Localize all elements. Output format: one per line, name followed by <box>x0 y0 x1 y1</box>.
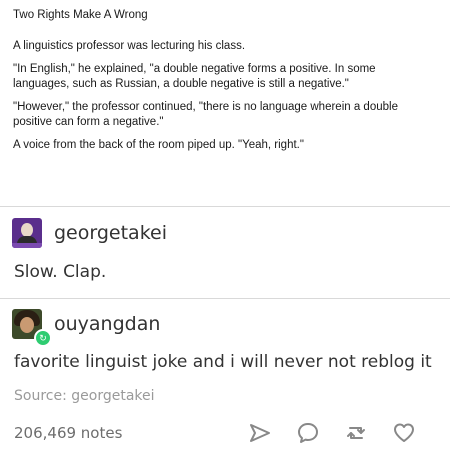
reblog-icon <box>347 427 365 439</box>
reblog-badge-icon: ↻ <box>34 329 52 347</box>
post-text: Slow. Clap. <box>14 262 107 282</box>
reblog-button[interactable] <box>332 418 380 448</box>
joke-paragraph-2: "In English," he explained, "a double ne… <box>13 63 376 90</box>
username[interactable]: georgetakei <box>54 222 167 244</box>
post-header-ouyangdan[interactable]: ↻ ouyangdan <box>12 309 160 347</box>
reply-icon <box>298 423 318 443</box>
post-actions <box>236 418 428 448</box>
joke-paragraph-1: A linguistics professor was lecturing hi… <box>13 40 246 52</box>
joke-title: Two Rights Make A Wrong <box>13 9 148 21</box>
reply-button[interactable] <box>284 418 332 448</box>
like-button[interactable] <box>380 418 428 448</box>
username[interactable]: ouyangdan <box>54 313 160 335</box>
post-text: favorite linguist joke and i will never … <box>14 352 432 372</box>
heart-icon <box>394 423 414 442</box>
joke-paragraph-4: A voice from the back of the room piped … <box>13 139 304 151</box>
share-icon <box>250 424 270 442</box>
quoted-joke: Two Rights Make A Wrong A linguistics pr… <box>13 8 433 161</box>
divider <box>0 298 450 299</box>
avatar[interactable] <box>12 218 42 248</box>
joke-paragraph-3: "However," the professor continued, "the… <box>13 101 398 128</box>
notes-count[interactable]: 206,469 notes <box>14 424 122 442</box>
post-header-georgetakei[interactable]: georgetakei <box>12 218 167 248</box>
divider <box>0 206 450 207</box>
share-button[interactable] <box>236 418 284 448</box>
source-link[interactable]: Source: georgetakei <box>14 388 155 404</box>
